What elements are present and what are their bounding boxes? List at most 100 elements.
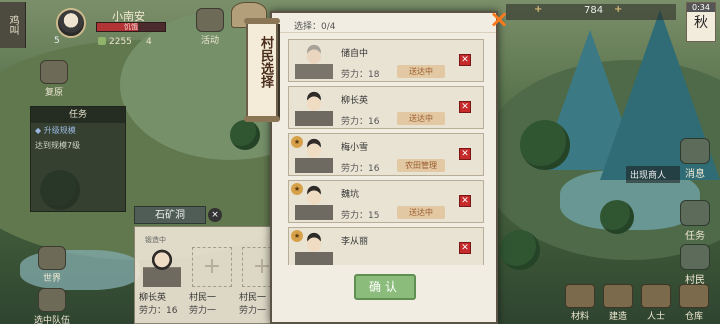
recover-button[interactable]: 复原 (34, 60, 74, 98)
add-resource-icon[interactable]: + (534, 4, 542, 15)
material-tab[interactable]: 材料 (562, 284, 598, 322)
world-label: 世界 (42, 274, 61, 284)
task-label: 任务 (685, 231, 705, 242)
clock-time: 0:34 (687, 3, 715, 12)
star-badge-icon: ★ (291, 230, 303, 242)
message-label: 消息 (685, 169, 705, 180)
mine-slot-2[interactable]: + 村民一 劳力一 (189, 241, 235, 316)
villager-status: 送达中 (397, 206, 445, 219)
villager-card[interactable]: ★ 梅小雪 劳力：16 农田管理 ✕ (288, 133, 484, 176)
mine-close-button[interactable]: × (208, 208, 222, 222)
recover-icon (40, 60, 68, 84)
villager-name: 李从丽 (341, 237, 369, 247)
person-icon (641, 284, 671, 308)
task-title: 任务 (31, 107, 125, 123)
team-label: 选中队伍 (33, 316, 70, 324)
confirm-button[interactable]: 确认 (354, 274, 416, 300)
recover-label: 复原 (44, 88, 63, 98)
villager-labor: 劳力：16 (341, 117, 380, 127)
select-checkbox[interactable]: ✕ (459, 54, 471, 66)
villager-button[interactable]: 村民 (678, 244, 712, 286)
select-checkbox[interactable]: ✕ (459, 101, 471, 113)
star-badge-icon: ★ (291, 136, 303, 148)
villager-icon (680, 244, 710, 270)
hunger-bar: 饥饿 (96, 22, 166, 32)
build-icon (603, 284, 633, 308)
selection-counter: 选择：0/4 (294, 22, 336, 32)
player-avatar[interactable] (56, 8, 86, 38)
task-panel[interactable]: 任务 ◆ 升级规模 达到规模7级 (30, 106, 126, 212)
close-icon[interactable]: × (488, 7, 510, 31)
mine-slot-1[interactable]: 锻造中 柳长英 劳力：16 (139, 236, 185, 316)
add-resource-icon-2[interactable]: + (614, 4, 622, 15)
world-icon (38, 246, 66, 270)
villager-card[interactable]: ★ 李从丽 ✕ (288, 227, 484, 265)
villager-name: 梅小雪 (341, 143, 369, 153)
villager-card[interactable]: 储自中 劳力：18 送达中 ✕ (288, 39, 484, 82)
villager-name: 柳长英 (341, 96, 369, 106)
task-line-1: ◆ 升级规模 (35, 126, 76, 135)
material-icon (565, 284, 595, 308)
villager-card[interactable]: 柳长英 劳力：16 送达中 ✕ (288, 86, 484, 129)
dialog-title: 村民选择 (258, 36, 273, 88)
player-level: 5 (54, 36, 60, 46)
warehouse-icon (679, 284, 709, 308)
villager-labor: 劳力：18 (341, 70, 380, 80)
villager-name: 魏坑 (341, 190, 360, 200)
player-profile[interactable]: 鸡叫 5 小南安 饥饿 2255 4 (0, 0, 190, 48)
task-button[interactable]: 任务 (678, 200, 712, 242)
person-label: 人士 (646, 312, 665, 322)
slot-name: 村民一 (189, 293, 217, 303)
build-tab[interactable]: 建造 (600, 284, 636, 322)
team-icon (38, 288, 66, 312)
mine-panel: 锻造中 柳长英 劳力：16 + 村民一 劳力一 + 村民一 劳力一 (134, 226, 284, 324)
gem-counter: 4 (146, 37, 152, 47)
villager-list[interactable]: 储自中 劳力：18 送达中 ✕ 柳长英 劳力：16 送达中 ✕ ★ 梅小雪 劳力… (288, 39, 484, 265)
warehouse-tab[interactable]: 仓库 (676, 284, 712, 322)
hunger-status: 饥饿 (124, 23, 138, 31)
select-checkbox[interactable]: ✕ (459, 148, 471, 160)
villager-name: 储自中 (341, 49, 369, 59)
message-icon (680, 138, 710, 164)
resource-value: 784 (584, 5, 604, 16)
villager-status: 送达中 (397, 65, 445, 78)
star-badge-icon: ★ (291, 183, 303, 195)
season-label: 秋 (694, 15, 708, 31)
coin-counter: 2255 (98, 37, 132, 47)
villager-status: 送达中 (397, 112, 445, 125)
villager-labor: 劳力：15 (341, 211, 380, 221)
add-villager-icon: + (192, 247, 232, 287)
activity-label: 活动 (200, 36, 219, 46)
villager-portrait (295, 90, 333, 126)
slot-tag: 锻造中 (145, 236, 166, 244)
merchant-notice[interactable]: 出现商人 (626, 166, 680, 183)
select-checkbox[interactable]: ✕ (459, 195, 471, 207)
side-tag[interactable]: 鸡叫 (0, 2, 26, 48)
slot-labor: 劳力：16 (139, 306, 178, 316)
villager-portrait (295, 43, 333, 79)
villager-status: 农田管理 (397, 159, 445, 172)
activity-button[interactable]: 活动 (190, 8, 230, 46)
slot-labor: 劳力一 (189, 306, 217, 316)
task-line-2: 达到规模7级 (35, 141, 81, 150)
mine-title: 石矿洞 (134, 206, 206, 224)
person-tab[interactable]: 人士 (638, 284, 674, 322)
task-icon (680, 200, 710, 226)
build-label: 建造 (608, 312, 627, 322)
team-button[interactable]: 选中队伍 (32, 288, 72, 324)
select-checkbox[interactable]: ✕ (459, 242, 471, 254)
gem-value: 4 (146, 37, 152, 47)
villager-labor: 劳力：16 (341, 164, 380, 174)
world-button[interactable]: 世界 (32, 246, 72, 284)
resource-bar: + 784 + (506, 4, 676, 20)
activity-icon (196, 8, 224, 32)
season-clock[interactable]: 0:34 秋 (686, 2, 716, 42)
coin-value: 2255 (109, 37, 132, 47)
warehouse-label: 仓库 (684, 312, 703, 322)
villager-portrait (143, 247, 181, 287)
slot-name: 柳长英 (139, 293, 167, 303)
dialog-title-scroll: 村民选择 (244, 18, 280, 122)
message-button[interactable]: 消息 (678, 138, 712, 180)
coin-icon (98, 37, 106, 45)
villager-card[interactable]: ★ 魏坑 劳力：15 送达中 ✕ (288, 180, 484, 223)
